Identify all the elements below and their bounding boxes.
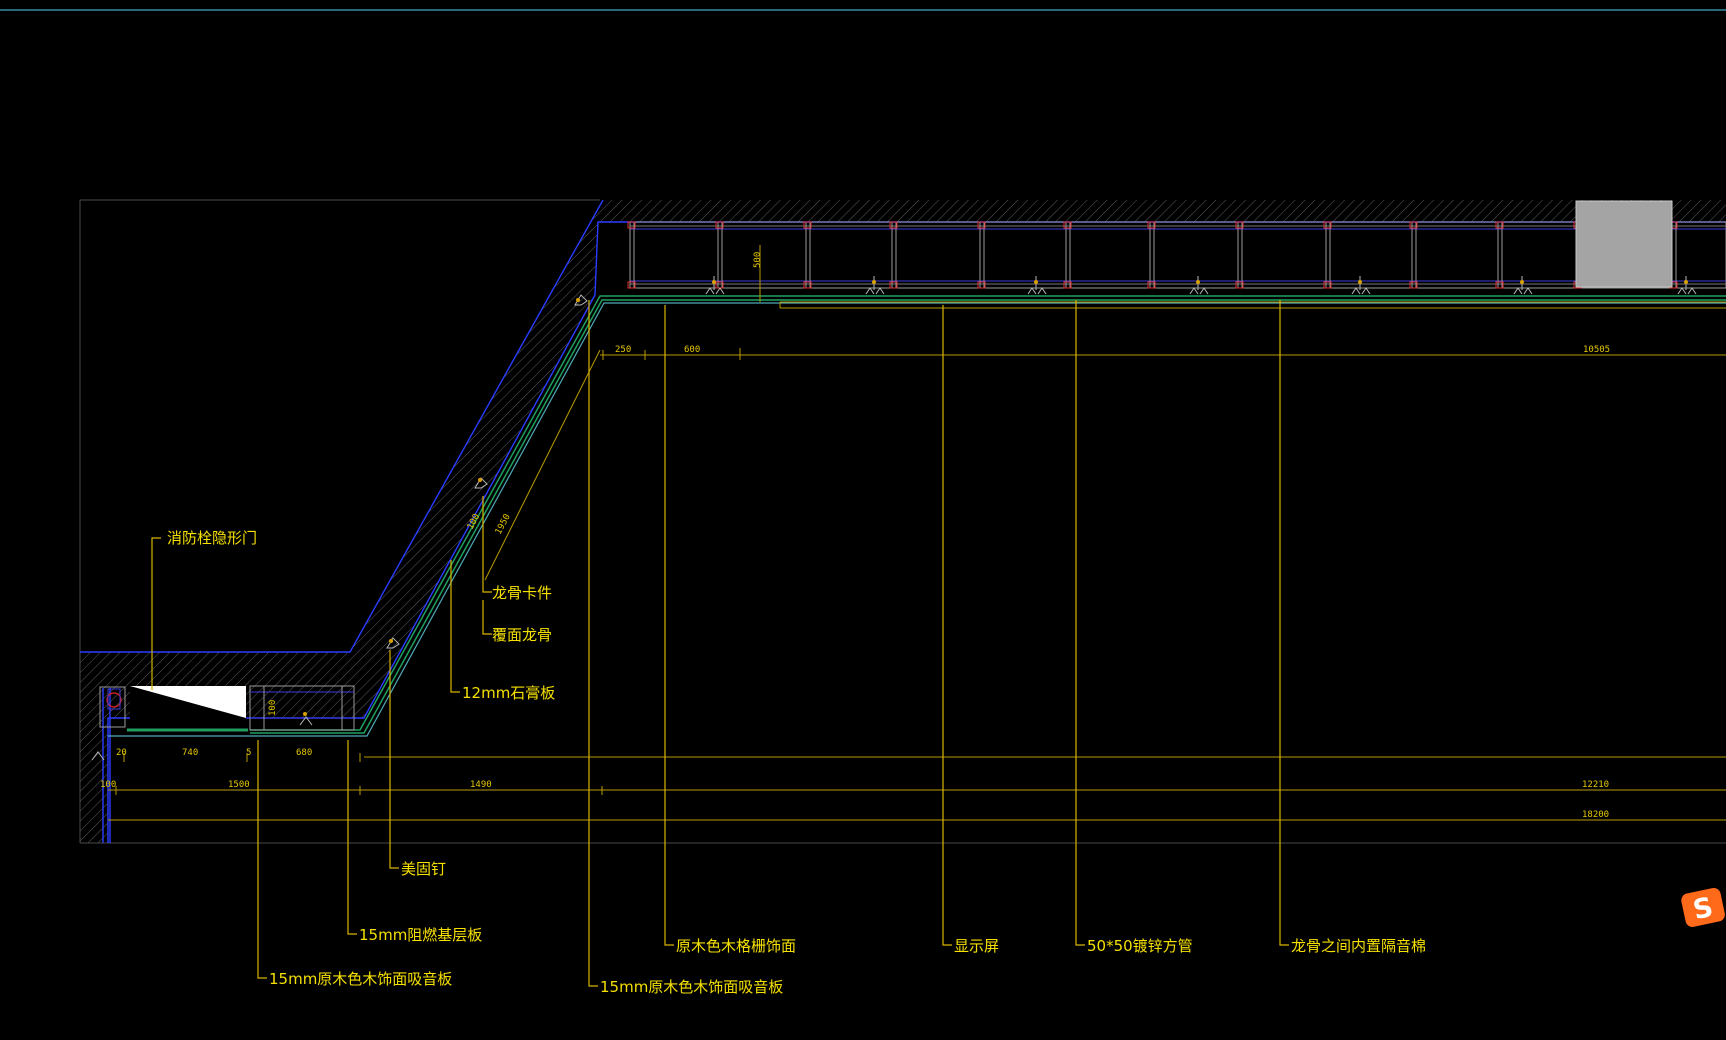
- label-fire-retardant-base: 15mm阻燃基层板: [359, 926, 482, 944]
- dim-10505: 10505: [1583, 345, 1610, 355]
- dim-5: 5: [246, 748, 251, 758]
- anchor-bolt: [872, 280, 876, 284]
- dim-row-100: 100: [100, 780, 116, 790]
- label-wood-grille: 原木色木格栅饰面: [676, 937, 796, 955]
- label-soundproof-cotton: 龙骨之间内置隔音棉: [1291, 937, 1426, 955]
- label-keel-clip: 龙骨卡件: [492, 584, 552, 602]
- leader-lines: [151, 300, 1289, 987]
- dim-740: 740: [182, 748, 198, 758]
- dim-500: 500: [753, 252, 763, 268]
- dim-box-100: 100: [268, 700, 278, 716]
- anchor-bolt: [1358, 280, 1362, 284]
- anchor-mark: [1189, 276, 1209, 295]
- anchor-marks: [705, 276, 1697, 295]
- anchor-mark: [1027, 276, 1047, 295]
- anchor-bolt: [712, 280, 716, 284]
- label-square-tube: 50*50镀锌方管: [1087, 937, 1193, 955]
- gray-panel: [1575, 200, 1673, 288]
- anchor-mark: [1677, 276, 1697, 295]
- dim-680: 680: [296, 748, 312, 758]
- anchor-bolt: [1520, 280, 1524, 284]
- label-gypsum-board: 12mm石膏板: [462, 684, 555, 702]
- anchor-mark: [705, 276, 725, 295]
- label-wood-acoustic-center: 15mm原木色木饰面吸音板: [600, 978, 783, 996]
- dim-slope-1950: 1950: [494, 513, 513, 537]
- dim-600: 600: [684, 345, 700, 355]
- upper-keel-grid: [629, 221, 1726, 289]
- sogou-watermark-icon: S: [1681, 887, 1725, 927]
- dim-1500: 1500: [228, 780, 250, 790]
- keel-columns: [627, 221, 1678, 289]
- label-meigu-nail: 美固钉: [401, 860, 446, 878]
- anchor-bolt: [1196, 280, 1200, 284]
- cad-drawing-canvas: 250 600 10505 500 100 1950 100 20 740 5 …: [0, 9, 1726, 996]
- label-wood-acoustic-left: 15mm原木色木饰面吸音板: [269, 970, 452, 988]
- dim-20: 20: [116, 748, 127, 758]
- label-display-screen: 显示屏: [954, 937, 999, 955]
- dim-250: 250: [615, 345, 631, 355]
- anchor-mark: [865, 276, 885, 295]
- dim-1490: 1490: [470, 780, 492, 790]
- dim-18200: 18200: [1582, 810, 1609, 820]
- dim-12210: 12210: [1582, 780, 1609, 790]
- anchor-bolt: [1684, 280, 1688, 284]
- anchor-mark: [1351, 276, 1371, 295]
- label-cover-keel: 覆面龙骨: [492, 626, 552, 644]
- anchor-bolt: [1034, 280, 1038, 284]
- label-fire-hydrant-door: 消防栓隐形门: [167, 529, 257, 547]
- anchor-mark: [1513, 276, 1533, 295]
